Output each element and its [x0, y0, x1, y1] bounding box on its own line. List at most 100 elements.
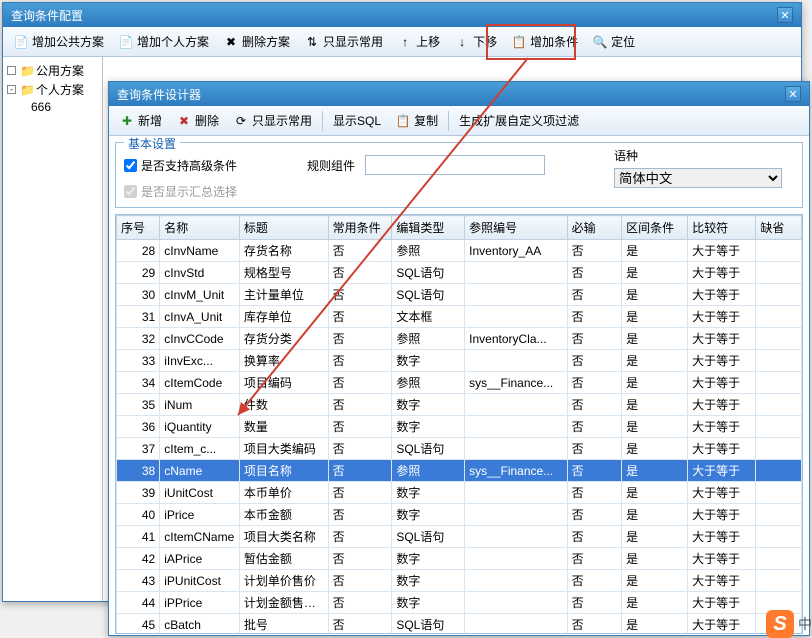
table-row[interactable]: 41cItemCName项目大类名称否SQL语句否是大于等于: [117, 526, 802, 548]
cell[interactable]: [756, 372, 802, 394]
cell[interactable]: 大于等于: [688, 262, 756, 284]
cell[interactable]: 40: [117, 504, 160, 526]
cell[interactable]: 是: [622, 526, 688, 548]
show-sql-button[interactable]: 显示SQL: [327, 108, 387, 133]
cell[interactable]: 否: [567, 482, 622, 504]
cell[interactable]: 是: [622, 460, 688, 482]
cell[interactable]: 项目编码: [239, 372, 328, 394]
cell[interactable]: 参照: [392, 240, 465, 262]
cell[interactable]: [756, 328, 802, 350]
cell[interactable]: 否: [328, 592, 392, 614]
cell[interactable]: [756, 570, 802, 592]
cell[interactable]: [465, 262, 567, 284]
cell[interactable]: 是: [622, 504, 688, 526]
cell[interactable]: iAPrice: [160, 548, 240, 570]
cell[interactable]: [756, 306, 802, 328]
tree-personal-plan[interactable]: - 📁 个人方案: [7, 80, 98, 99]
table-row[interactable]: 34cItemCode项目编码否参照sys__Finance...否是大于等于: [117, 372, 802, 394]
cell[interactable]: 件数: [239, 394, 328, 416]
column-header[interactable]: 必输: [567, 216, 622, 240]
table-row[interactable]: 44iPPrice计划金额售价...否数字否是大于等于: [117, 592, 802, 614]
cell[interactable]: 否: [567, 614, 622, 635]
cell[interactable]: [465, 614, 567, 635]
cell[interactable]: 35: [117, 394, 160, 416]
cell[interactable]: 否: [567, 284, 622, 306]
cell[interactable]: 45: [117, 614, 160, 635]
close-icon[interactable]: ✕: [777, 7, 793, 23]
cell[interactable]: 大于等于: [688, 614, 756, 635]
cell[interactable]: [756, 504, 802, 526]
cell[interactable]: [465, 570, 567, 592]
table-row[interactable]: 35iNum件数否数字否是大于等于: [117, 394, 802, 416]
cell[interactable]: 大于等于: [688, 394, 756, 416]
cell[interactable]: 本币单价: [239, 482, 328, 504]
cell[interactable]: [465, 548, 567, 570]
cell[interactable]: 否: [567, 328, 622, 350]
cell[interactable]: cInvName: [160, 240, 240, 262]
cell[interactable]: iInvExc...: [160, 350, 240, 372]
table-row[interactable]: 33iInvExc...换算率否数字否是大于等于: [117, 350, 802, 372]
cell[interactable]: 41: [117, 526, 160, 548]
cell[interactable]: SQL语句: [392, 614, 465, 635]
table-row[interactable]: 29cInvStd规格型号否SQL语句否是大于等于: [117, 262, 802, 284]
cell[interactable]: 是: [622, 570, 688, 592]
cell[interactable]: 否: [567, 240, 622, 262]
cell[interactable]: 大于等于: [688, 482, 756, 504]
cell[interactable]: SQL语句: [392, 284, 465, 306]
cell[interactable]: 否: [328, 240, 392, 262]
cell[interactable]: 参照: [392, 328, 465, 350]
cell[interactable]: 数字: [392, 548, 465, 570]
cell[interactable]: 否: [328, 548, 392, 570]
add-button[interactable]: ✚新增: [113, 108, 168, 133]
table-row[interactable]: 38cName项目名称否参照sys__Finance...否是大于等于: [117, 460, 802, 482]
cell[interactable]: 参照: [392, 372, 465, 394]
cell[interactable]: 数字: [392, 350, 465, 372]
column-header[interactable]: 区间条件: [622, 216, 688, 240]
cell[interactable]: 否: [328, 614, 392, 635]
cell[interactable]: SQL语句: [392, 526, 465, 548]
close-icon[interactable]: ✕: [785, 86, 801, 102]
cell[interactable]: 28: [117, 240, 160, 262]
cell[interactable]: cItemCName: [160, 526, 240, 548]
show-common-button[interactable]: ⟳只显示常用: [227, 108, 318, 133]
cell[interactable]: 数量: [239, 416, 328, 438]
cell[interactable]: 37: [117, 438, 160, 460]
cell[interactable]: iNum: [160, 394, 240, 416]
cell[interactable]: 项目名称: [239, 460, 328, 482]
column-header[interactable]: 序号: [117, 216, 160, 240]
cell[interactable]: [756, 394, 802, 416]
cell[interactable]: 否: [567, 416, 622, 438]
cell[interactable]: 批号: [239, 614, 328, 635]
column-header[interactable]: 名称: [160, 216, 240, 240]
cell[interactable]: [465, 526, 567, 548]
cell[interactable]: 数字: [392, 416, 465, 438]
cell[interactable]: 38: [117, 460, 160, 482]
column-header[interactable]: 常用条件: [328, 216, 392, 240]
cell[interactable]: SQL语句: [392, 262, 465, 284]
table-row[interactable]: 36iQuantity数量否数字否是大于等于: [117, 416, 802, 438]
gen-custom-filter-button[interactable]: 生成扩展自定义项过滤: [453, 108, 585, 133]
table-row[interactable]: 42iAPrice暂估金额否数字否是大于等于: [117, 548, 802, 570]
cell[interactable]: cInvStd: [160, 262, 240, 284]
cell[interactable]: iPPrice: [160, 592, 240, 614]
cell[interactable]: 数字: [392, 394, 465, 416]
cell[interactable]: 规格型号: [239, 262, 328, 284]
cell[interactable]: 大于等于: [688, 328, 756, 350]
column-header[interactable]: 比较符: [688, 216, 756, 240]
cell[interactable]: 36: [117, 416, 160, 438]
column-header[interactable]: 缺省: [756, 216, 802, 240]
cell[interactable]: [465, 482, 567, 504]
cell[interactable]: 换算率: [239, 350, 328, 372]
cell[interactable]: 否: [567, 570, 622, 592]
cell[interactable]: 大于等于: [688, 306, 756, 328]
move-up-button[interactable]: ↑上移: [391, 29, 446, 54]
cell[interactable]: cInvM_Unit: [160, 284, 240, 306]
show-common-button[interactable]: ⇅只显示常用: [298, 29, 389, 54]
cell[interactable]: 大于等于: [688, 504, 756, 526]
table-row[interactable]: 28cInvName存货名称否参照Inventory_AA否是大于等于: [117, 240, 802, 262]
cell[interactable]: 否: [328, 460, 392, 482]
advanced-condition-checkbox[interactable]: 是否支持高级条件: [124, 157, 237, 174]
cell[interactable]: 大于等于: [688, 460, 756, 482]
table-row[interactable]: 39iUnitCost本币单价否数字否是大于等于: [117, 482, 802, 504]
cell[interactable]: [465, 306, 567, 328]
